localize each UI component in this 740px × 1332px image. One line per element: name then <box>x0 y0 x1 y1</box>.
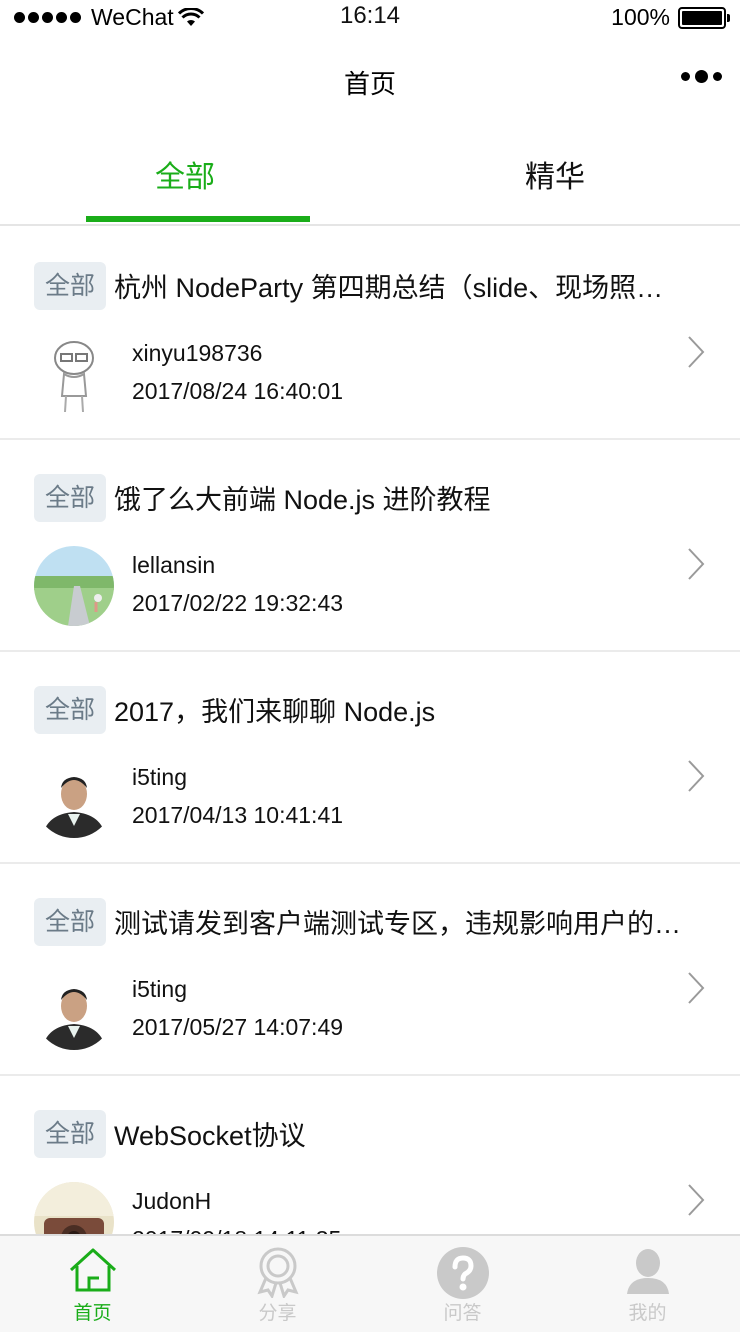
avatar <box>34 1182 114 1234</box>
avatar <box>34 334 114 414</box>
chevron-right-icon <box>688 548 705 580</box>
chevron-right-icon <box>688 760 705 792</box>
bottom-tab-bar: 首页 分享 问答 我的 <box>0 1234 740 1332</box>
battery-icon <box>678 6 730 29</box>
avatar <box>34 970 114 1050</box>
post-author[interactable]: xinyu198736 <box>132 340 262 367</box>
tabbar-item-home[interactable]: 首页 <box>0 1236 185 1332</box>
avatar <box>34 546 114 626</box>
home-icon <box>69 1248 116 1292</box>
status-bar: WeChat 16:14 100% <box>0 0 740 34</box>
tabbar-label-home: 首页 <box>73 1303 112 1324</box>
post-author[interactable]: lellansin <box>132 552 215 579</box>
post-author[interactable]: i5ting <box>132 764 187 791</box>
post-time: 2017/05/27 14:07:49 <box>132 1014 344 1040</box>
list-item[interactable]: 全部 WebSocket协议 JudonH 2017/09/18 14:11:3… <box>0 1076 740 1234</box>
post-title: 测试请发到客户端测试专区，违规影响用户的… <box>114 909 681 939</box>
tabbar-item-share[interactable]: 分享 <box>185 1236 370 1332</box>
status-right: 100% <box>611 4 730 31</box>
list-item[interactable]: 全部 饿了么大前端 Node.js 进阶教程 lellansin 2017/02… <box>0 440 740 652</box>
chevron-right-icon <box>688 972 705 1004</box>
post-list: 全部 杭州 NodeParty 第四期总结（slide、现场照… xinyu19… <box>0 228 740 1234</box>
post-time: 2017/08/24 16:40:01 <box>132 378 344 404</box>
tab-featured[interactable]: 精华 <box>370 152 740 196</box>
category-tabs: 全部 精华 <box>0 124 740 226</box>
tabbar-item-qa[interactable]: 问答 <box>370 1236 555 1332</box>
list-item[interactable]: 全部 测试请发到客户端测试专区，违规影响用户的… i5ting 2017/05/… <box>0 864 740 1076</box>
tabbar-label-qa: 问答 <box>443 1303 482 1324</box>
tabbar-label-share: 分享 <box>258 1303 297 1324</box>
chevron-right-icon <box>688 1184 705 1216</box>
active-tab-indicator <box>86 216 310 222</box>
post-tag: 全部 <box>34 474 106 522</box>
question-icon <box>436 1247 489 1299</box>
post-title: 2017，我们来聊聊 Node.js <box>114 697 436 727</box>
post-author[interactable]: i5ting <box>132 976 187 1003</box>
tabbar-item-mine[interactable]: 我的 <box>555 1236 740 1332</box>
post-time: 2017/09/18 14:11:35 <box>132 1226 341 1234</box>
tab-all[interactable]: 全部 <box>0 152 370 196</box>
avatar <box>34 758 114 838</box>
battery-percent: 100% <box>611 4 670 30</box>
post-tag: 全部 <box>34 686 106 734</box>
post-tag: 全部 <box>34 262 106 310</box>
post-author[interactable]: JudonH <box>132 1188 211 1215</box>
post-title: WebSocket协议 <box>114 1121 306 1151</box>
navigation-bar: 首页 <box>0 34 740 124</box>
post-title: 饿了么大前端 Node.js 进阶教程 <box>114 485 491 515</box>
list-item[interactable]: 全部 杭州 NodeParty 第四期总结（slide、现场照… xinyu19… <box>0 228 740 440</box>
post-time: 2017/02/22 19:32:43 <box>132 590 344 616</box>
post-time: 2017/04/13 10:41:41 <box>132 802 344 828</box>
post-tag: 全部 <box>34 1110 106 1158</box>
chevron-right-icon <box>688 336 705 368</box>
list-item[interactable]: 全部 2017，我们来聊聊 Node.js i5ting 2017/04/13 … <box>0 652 740 864</box>
more-dots-icon[interactable] <box>681 70 722 83</box>
user-icon <box>626 1249 669 1294</box>
post-tag: 全部 <box>34 898 106 946</box>
page-title: 首页 <box>343 69 396 99</box>
award-icon <box>256 1247 299 1298</box>
tabbar-label-mine: 我的 <box>628 1303 667 1324</box>
post-title: 杭州 NodeParty 第四期总结（slide、现场照… <box>114 273 664 303</box>
